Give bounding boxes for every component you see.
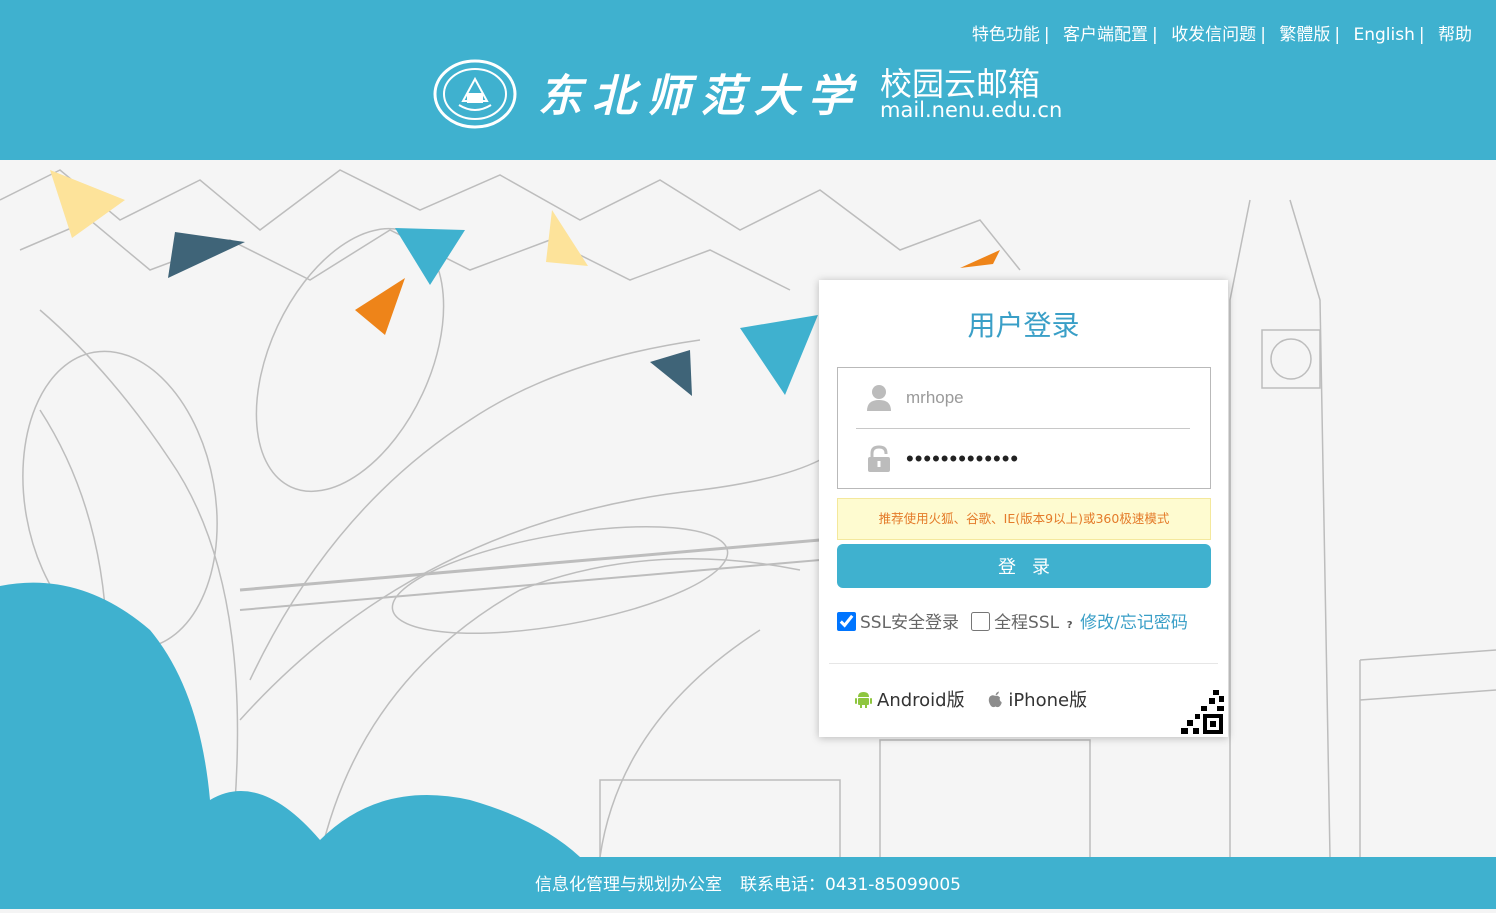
iphone-app-link[interactable]: iPhone版 — [988, 686, 1087, 712]
lock-icon — [868, 445, 890, 472]
full-ssl-checkbox[interactable] — [971, 611, 991, 631]
apple-icon — [989, 691, 1002, 707]
username-row — [856, 368, 1190, 429]
password-input[interactable] — [906, 443, 1176, 475]
change-password-link[interactable]: 修改/忘记密码 — [1080, 613, 1188, 633]
browser-tip: 推荐使用火狐、谷歌、IE(版本9以上)或360极速模式 — [837, 498, 1211, 540]
link-separator: | — [1260, 25, 1266, 45]
university-name: 东北师范大学 — [538, 71, 862, 122]
link-traditional-chinese[interactable]: 繁體版 — [1279, 25, 1330, 45]
site-logo: 东北师范大学 校园云邮箱 mail.nenu.edu.cn — [433, 56, 1073, 134]
login-title: 用户登录 — [967, 309, 1080, 342]
full-ssl-label: 全程SSL — [994, 613, 1060, 633]
header-bar: 特色功能 | 客户端配置 | 收发信问题 | 繁體版 | English | 帮助 东北师… — [0, 0, 1496, 160]
link-english[interactable]: English — [1353, 25, 1414, 45]
footer-phone-label: 联系电话： — [740, 875, 826, 895]
link-help[interactable]: 帮助 — [1438, 25, 1472, 45]
login-button[interactable]: 登录 — [837, 544, 1211, 588]
ssl-login-checkbox[interactable] — [837, 611, 856, 631]
credentials-box — [837, 367, 1211, 489]
footer-bar: 信息化管理与规划办公室 联系电话：0431-85099005 — [0, 857, 1496, 909]
mailbox-domain: mail.nenu.edu.cn — [880, 98, 1063, 122]
link-separator: | — [1043, 25, 1050, 45]
android-app-link[interactable]: Android版 — [855, 686, 965, 712]
password-row — [856, 429, 1190, 489]
footer-office: 信息化管理与规划办公室 — [535, 875, 723, 895]
login-panel: 用户登录 推荐使用火狐、谷歌、IE(版本9以上)或360极速模式 登录 SSL安… — [819, 280, 1228, 737]
link-separator: | — [1152, 25, 1158, 45]
link-features[interactable]: 特色功能 — [972, 25, 1040, 45]
panel-divider — [829, 663, 1218, 664]
qr-code-icon[interactable] — [1173, 684, 1228, 737]
link-separator: | — [1334, 25, 1341, 45]
user-icon — [867, 385, 891, 411]
top-links: 特色功能 | 客户端配置 | 收发信问题 | 繁體版 | English | 帮助 — [972, 20, 1472, 45]
university-seal-icon — [433, 59, 517, 129]
android-app-label: Android版 — [877, 690, 965, 711]
iphone-app-label: iPhone版 — [1008, 690, 1088, 711]
ssl-login-label: SSL安全登录 — [860, 613, 960, 633]
link-mail-issues[interactable]: 收发信问题 — [1171, 25, 1256, 45]
android-icon — [855, 692, 872, 708]
footer-phone: 0431-85099005 — [825, 875, 961, 895]
campus-sketch-background — [0, 160, 1496, 857]
link-client-config[interactable]: 客户端配置 — [1063, 25, 1148, 45]
mobile-app-links: Android版 iPhone版 — [855, 686, 1087, 712]
username-input[interactable] — [906, 382, 1176, 414]
help-question-icon[interactable]: ? — [1063, 620, 1076, 631]
link-separator: | — [1418, 25, 1425, 45]
login-options: SSL安全登录 全程SSL? 修改/忘记密码 — [837, 608, 1217, 634]
